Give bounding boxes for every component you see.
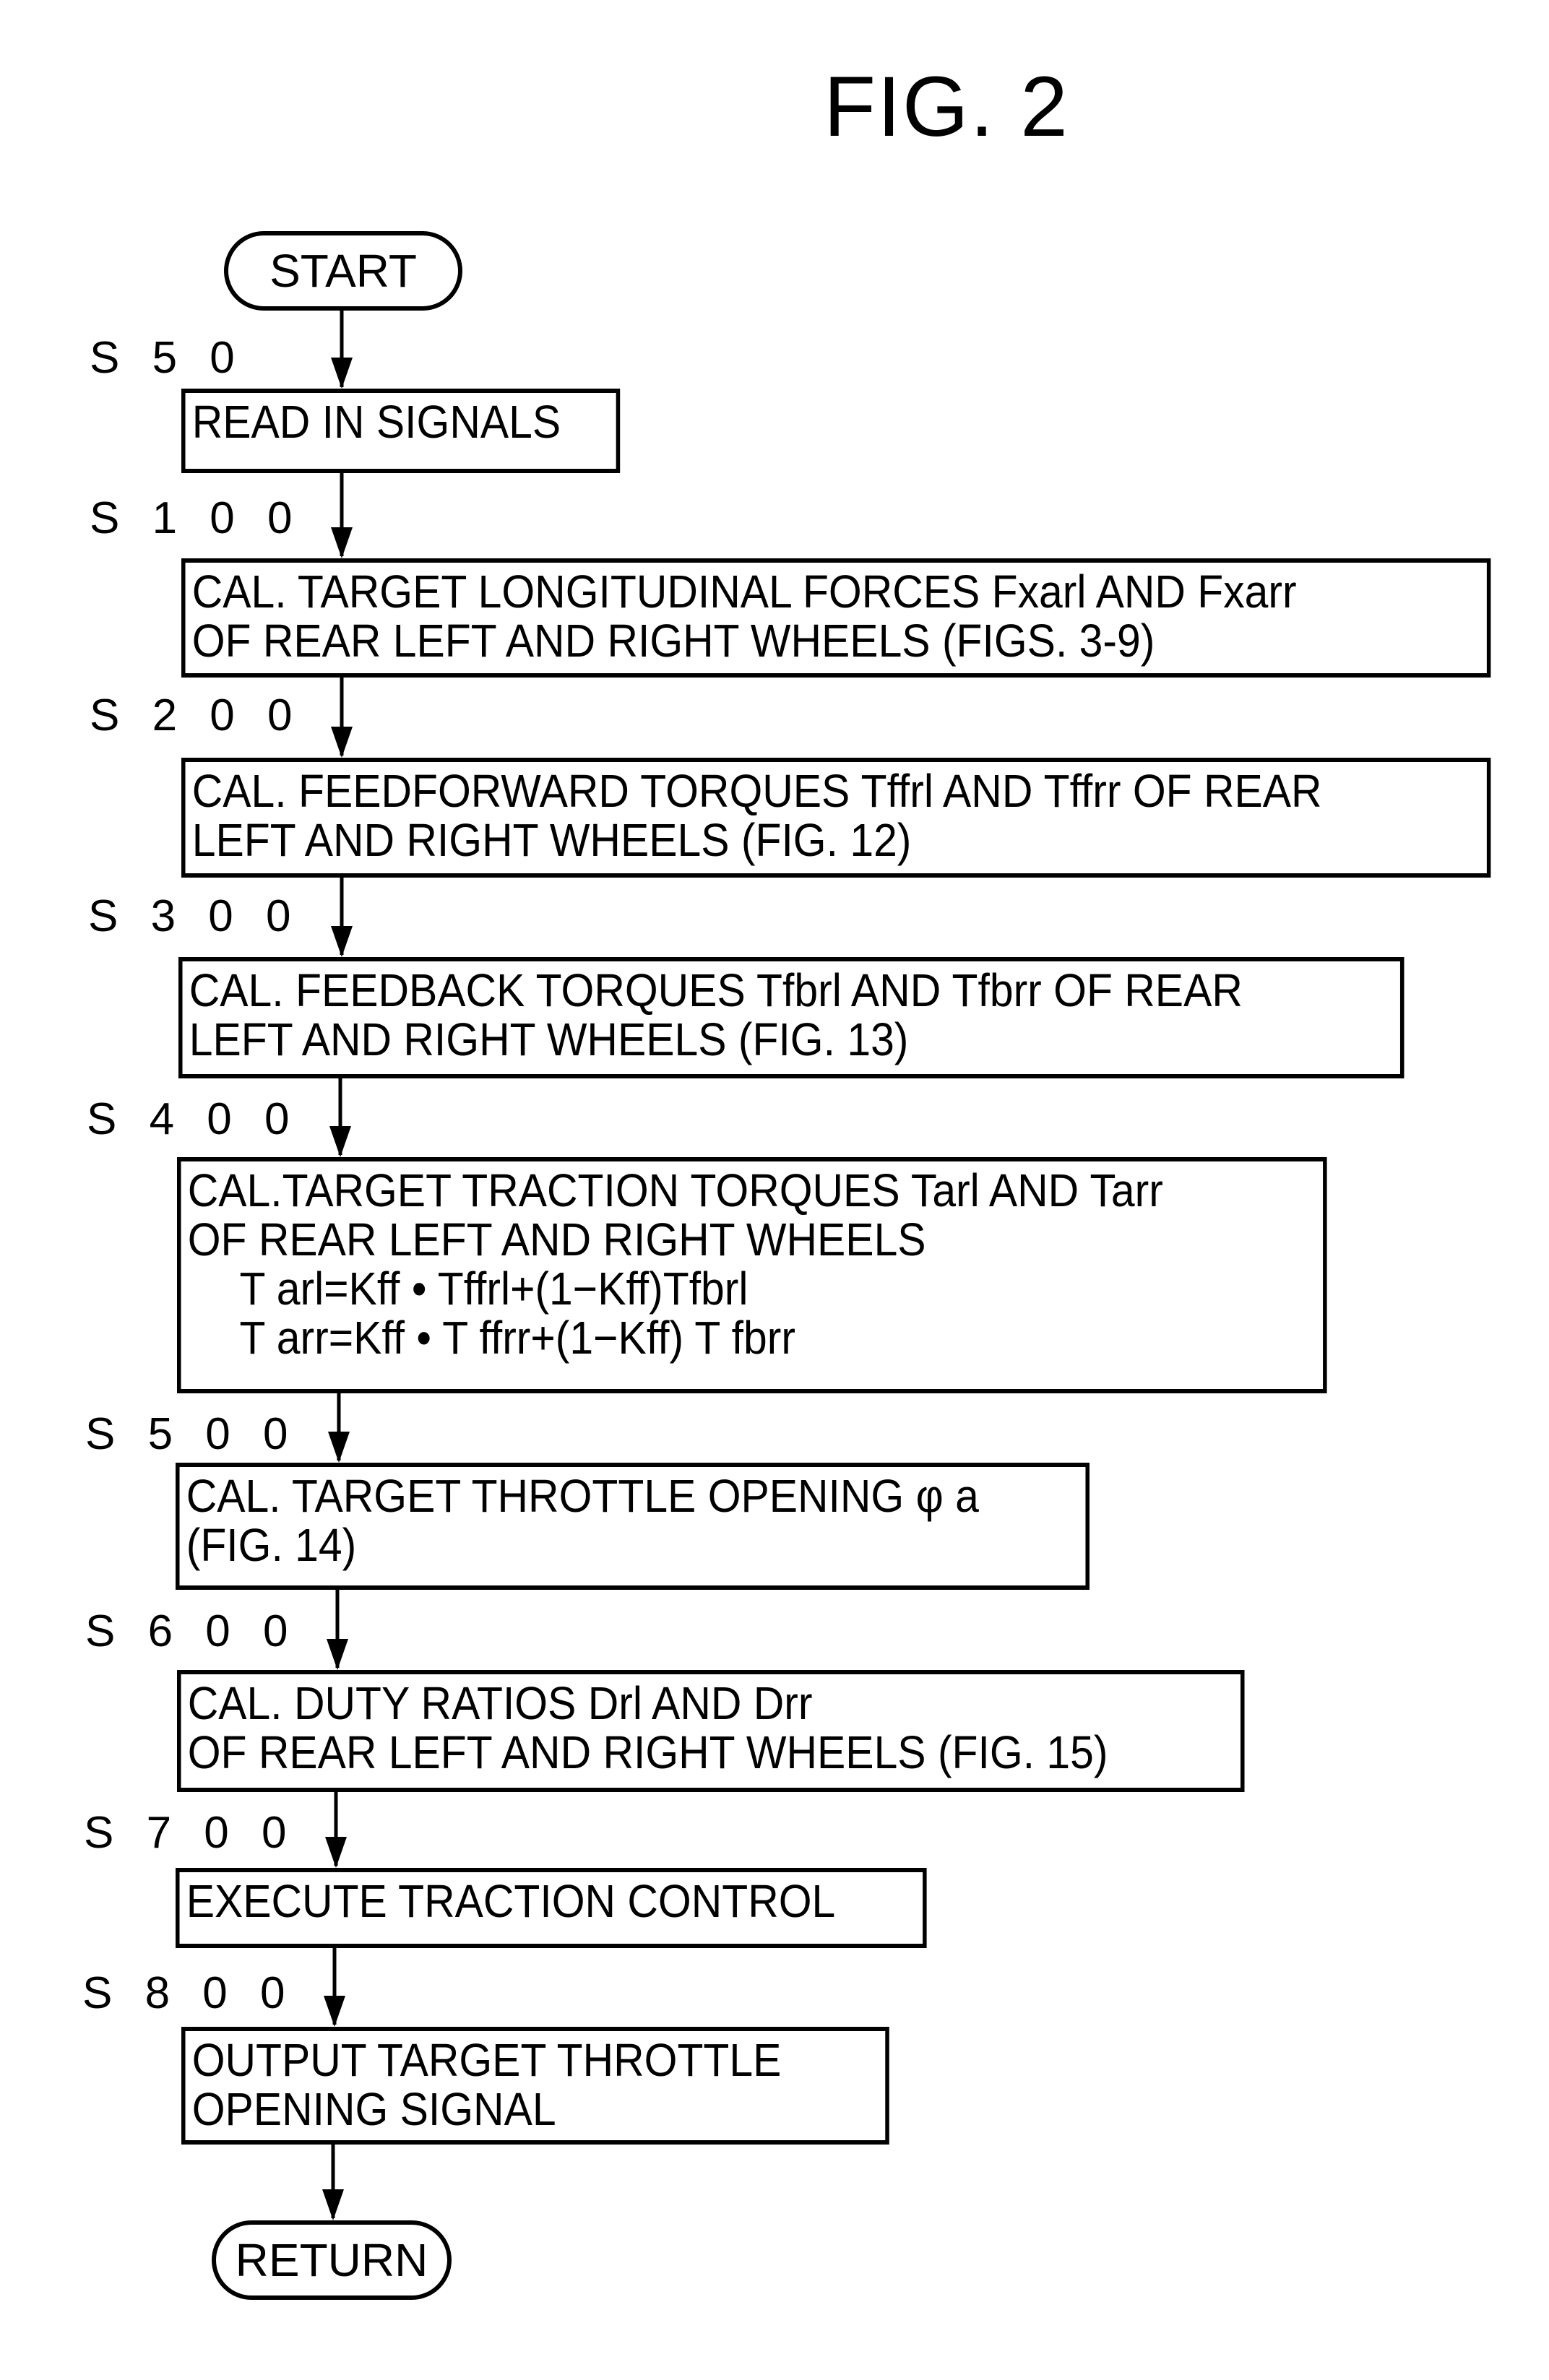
step-id: S 6 0 0 bbox=[85, 1606, 298, 1656]
arrowhead bbox=[322, 2189, 344, 2220]
arrowhead bbox=[331, 527, 353, 558]
arrowhead bbox=[325, 1837, 347, 1868]
step-text: OPENING SIGNAL bbox=[191, 2083, 556, 2135]
step-box-longitudinal-forces: CAL. TARGET LONGITUDINAL FORCES Fxarl AN… bbox=[181, 558, 1491, 678]
arrowhead bbox=[331, 727, 353, 758]
step-id: S 1 0 0 bbox=[90, 493, 303, 543]
start-label: START bbox=[269, 245, 417, 297]
step-text: (FIG. 14) bbox=[186, 1519, 357, 1571]
step-box-throttle-opening: CAL. TARGET THROTTLE OPENING φ a (FIG. 1… bbox=[176, 1463, 1090, 1590]
step-box-duty-ratios: CAL. DUTY RATIOS Drl AND Drr OF REAR LEF… bbox=[177, 1670, 1245, 1792]
step-text: OF REAR LEFT AND RIGHT WHEELS bbox=[187, 1213, 926, 1265]
step-id: S 5 0 bbox=[90, 333, 245, 383]
start-terminal: START bbox=[224, 231, 462, 311]
step-text: OUTPUT TARGET THROTTLE bbox=[191, 2034, 782, 2086]
arrowhead bbox=[327, 1639, 348, 1670]
step-text: OF REAR LEFT AND RIGHT WHEELS (FIG. 15) bbox=[187, 1726, 1108, 1778]
step-box-feedback-torques: CAL. FEEDBACK TORQUES Tfbrl AND Tfbrr OF… bbox=[178, 957, 1405, 1078]
step-id: S 4 0 0 bbox=[87, 1094, 300, 1144]
arrowhead bbox=[331, 358, 353, 389]
arrowhead bbox=[324, 1996, 345, 2027]
step-box-traction-torques: CAL.TARGET TRACTION TORQUES Tarl AND Tar… bbox=[177, 1157, 1327, 1393]
step-id: S 7 0 0 bbox=[84, 1808, 297, 1858]
step-text: OF REAR LEFT AND RIGHT WHEELS (FIGS. 3-9… bbox=[191, 615, 1155, 667]
step-text: EXECUTE TRACTION CONTROL bbox=[186, 1875, 836, 1927]
arrowhead bbox=[328, 1432, 350, 1463]
return-terminal: RETURN bbox=[212, 2220, 452, 2300]
step-id: S 3 0 0 bbox=[88, 891, 301, 941]
step-text: CAL. DUTY RATIOS Drl AND Drr bbox=[187, 1677, 813, 1729]
step-text: CAL. FEEDBACK TORQUES Tfbrl AND Tfbrr OF… bbox=[189, 964, 1243, 1016]
step-text: CAL. TARGET THROTTLE OPENING φ a bbox=[186, 1470, 979, 1522]
step-text: CAL. FEEDFORWARD TORQUES Tffrl AND Tffrr… bbox=[191, 765, 1322, 817]
formula-tarl: T arl=Kff • Tffrl+(1−Kff)Tfbrl bbox=[239, 1263, 748, 1315]
step-text: READ IN SIGNALS bbox=[191, 396, 561, 448]
step-box-read-signals: READ IN SIGNALS bbox=[181, 389, 621, 473]
step-text: CAL.TARGET TRACTION TORQUES Tarl AND Tar… bbox=[187, 1164, 1163, 1216]
arrowhead bbox=[331, 926, 353, 957]
arrowhead bbox=[329, 1126, 351, 1157]
return-label: RETURN bbox=[235, 2234, 428, 2286]
step-box-feedforward-torques: CAL. FEEDFORWARD TORQUES Tffrl AND Tffrr… bbox=[181, 758, 1491, 878]
step-box-output-throttle: OUTPUT TARGET THROTTLE OPENING SIGNAL bbox=[181, 2027, 889, 2145]
step-text: CAL. TARGET LONGITUDINAL FORCES Fxarl AN… bbox=[191, 566, 1297, 618]
step-box-traction-control: EXECUTE TRACTION CONTROL bbox=[176, 1868, 927, 1948]
step-text: LEFT AND RIGHT WHEELS (FIG. 13) bbox=[189, 1013, 909, 1065]
step-id: S 8 0 0 bbox=[82, 1968, 295, 2018]
formula-tarr: T arr=Kff • T ffrr+(1−Kff) T fbrr bbox=[239, 1312, 795, 1364]
step-id: S 5 0 0 bbox=[85, 1409, 298, 1459]
step-id: S 2 0 0 bbox=[90, 691, 303, 740]
step-text: LEFT AND RIGHT WHEELS (FIG. 12) bbox=[191, 814, 912, 866]
